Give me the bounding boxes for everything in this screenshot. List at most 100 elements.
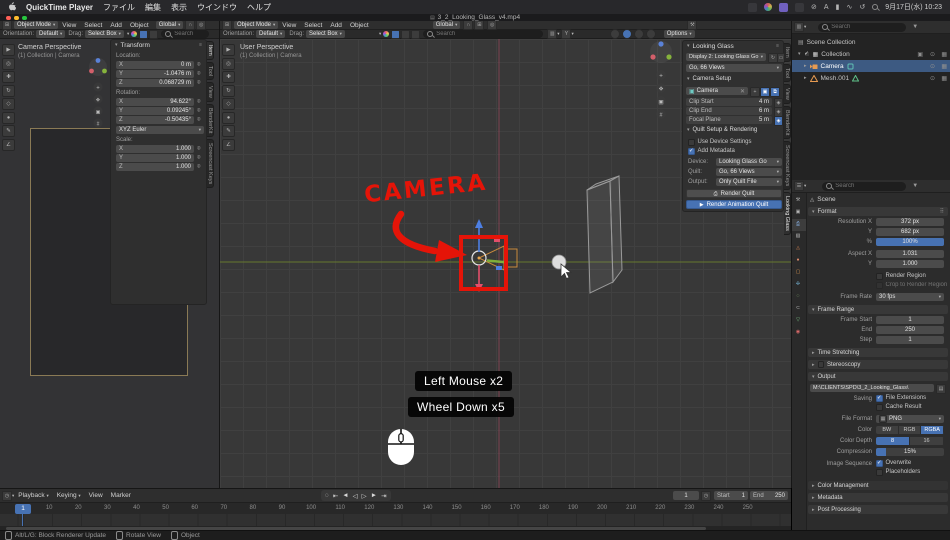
panel-menu-icon[interactable]: ≡ — [199, 42, 202, 48]
chevron-down-icon[interactable]: ▾ — [557, 31, 559, 37]
properties-search-input[interactable] — [835, 183, 903, 189]
viewport-menu-view[interactable]: View — [58, 22, 80, 29]
properties-search[interactable] — [822, 181, 907, 191]
collection-checkbox[interactable]: ✓ — [803, 51, 810, 57]
tab-tool[interactable]: Tool — [784, 63, 791, 82]
expand-icon[interactable]: ▸ — [804, 75, 807, 81]
add-metadata-checkbox[interactable]: ✓ — [688, 148, 695, 155]
placeholders-checkbox[interactable] — [876, 469, 883, 476]
file-extensions-checkbox[interactable]: ✓ — [876, 395, 883, 402]
tab-blenderkit[interactable]: BlenderKit — [784, 105, 791, 140]
crop-region-checkbox[interactable] — [876, 282, 883, 289]
proportional-edit-icon[interactable]: ◎ — [196, 21, 207, 30]
snap-target-icon[interactable]: ⊞ — [474, 21, 485, 30]
cache-result-checkbox[interactable] — [876, 404, 883, 411]
select-tool-icon[interactable]: ▶ — [2, 44, 15, 56]
material-shading-icon[interactable] — [633, 29, 644, 39]
app-swirl-icon[interactable] — [764, 3, 773, 11]
tool-orientation-dropdown[interactable]: Default ▾ — [36, 30, 66, 38]
location-z-field[interactable]: Z 0.068729 m — [116, 79, 194, 87]
camera-datablock-field[interactable]: ▣ Camera ✕ — [686, 87, 748, 95]
lock-icon[interactable]: ⌾ — [197, 117, 201, 124]
viewport-menu-select[interactable]: Select — [300, 22, 326, 29]
snap-magnet-icon[interactable]: ∩ — [463, 21, 474, 30]
viewport-user[interactable]: ⊞ Object Mode ▾ View Select Add Object Gl… — [220, 21, 792, 488]
autokey-icon[interactable]: ◌ — [323, 492, 331, 499]
lock-icon[interactable]: ⌾ — [197, 164, 201, 171]
recording-indicator-icon[interactable] — [748, 2, 758, 12]
snap-icon[interactable]: ∩ — [185, 21, 196, 30]
viewport-search[interactable] — [423, 30, 544, 38]
color-rgb-option[interactable]: RGB — [898, 426, 922, 434]
proportional-edit-icon[interactable]: ◎ — [487, 21, 498, 30]
filter-icon[interactable]: ▼ — [912, 24, 918, 30]
zoom-window-button[interactable] — [22, 15, 27, 20]
tab-constraints-icon[interactable]: ⊂ — [794, 304, 802, 312]
tab-view[interactable]: View — [784, 83, 791, 104]
device-dropdown[interactable]: Looking Glass Go ▾ — [716, 158, 782, 166]
search-input[interactable] — [436, 31, 540, 37]
render-region-checkbox[interactable] — [876, 273, 883, 280]
tab-scene-icon[interactable]: ◬ — [794, 244, 802, 252]
disable-render-icon[interactable]: ▦ — [941, 75, 947, 82]
mode-dropdown[interactable]: Object Mode ▾ — [14, 21, 59, 29]
orientation-dropdown[interactable]: Global ▾ — [155, 21, 184, 29]
rendered-shading-icon[interactable] — [645, 29, 656, 39]
drag-dropdown[interactable]: Select Box ▾ — [305, 30, 345, 38]
panel-options-icon[interactable]: ⠿ — [940, 208, 944, 215]
expand-icon[interactable]: ▾ — [798, 51, 801, 57]
tab-render-icon[interactable]: ▣ — [794, 208, 802, 216]
lock-icon[interactable]: ⌾ — [197, 71, 201, 78]
viewport-search[interactable] — [161, 30, 210, 38]
outliner-row-collection[interactable]: ▾ ✓ ▦ Collection ▣ ⊙ ▦ — [792, 48, 950, 60]
mode-dropdown[interactable]: Object Mode ▾ — [234, 21, 279, 29]
output-panel-header[interactable]: ▾ Output — [808, 372, 948, 381]
editor-type-icon[interactable]: ⊞ — [2, 21, 12, 30]
cursor-tool-icon[interactable]: ◎ — [222, 57, 235, 70]
render-animation-quilt-button[interactable]: ▶ Render Animation Quilt — [686, 200, 782, 209]
view-menu[interactable]: View — [85, 492, 107, 499]
tab-object-data-icon[interactable]: ▽ — [794, 316, 802, 324]
lock-icon[interactable]: ⌾ — [197, 108, 201, 115]
marker-menu[interactable]: Marker — [107, 492, 135, 499]
views-dropdown[interactable]: Go, 66 Views ▾ — [686, 64, 782, 72]
location-x-field[interactable]: X0 m — [116, 61, 194, 69]
time-stretching-header[interactable]: ▸ Time Stretching — [808, 348, 948, 357]
viewport-menu-view[interactable]: View — [278, 22, 300, 29]
jump-end-button[interactable]: ⇥ — [379, 492, 388, 500]
frame-rate-dropdown[interactable]: 30 fps ▾ — [876, 293, 944, 301]
editor-type-icon[interactable]: ◷ — [2, 490, 12, 501]
pin-icon[interactable]: ◈ — [774, 116, 783, 126]
collapse-icon[interactable]: ▾ — [687, 127, 690, 133]
play-button[interactable]: ▷ — [360, 492, 369, 500]
input-source-icon[interactable]: A — [824, 4, 829, 11]
tab-view-layer-icon[interactable]: ▧ — [794, 232, 802, 240]
brush-color-icon[interactable] — [131, 31, 138, 37]
aspect-y-field[interactable]: 1.000 — [876, 260, 944, 268]
collapse-icon[interactable]: ▾ — [115, 42, 118, 48]
tab-blenderkit[interactable]: BlenderKit — [207, 103, 214, 138]
tab-view[interactable]: View — [207, 81, 214, 102]
chevron-down-icon[interactable]: ▾ — [379, 31, 381, 37]
metadata-header[interactable]: ▸ Metadata — [808, 493, 948, 502]
playhead[interactable]: 1 — [15, 503, 31, 514]
frame-start-field[interactable]: 1 — [876, 316, 944, 324]
viewport-menu-select[interactable]: Select — [80, 22, 106, 29]
navigation-gizmo[interactable]: + ✥ ▣ # — [86, 57, 110, 135]
tab-physics-icon[interactable]: ◌ — [794, 292, 802, 300]
focal-plane-field[interactable]: Focal Plane 5 m — [686, 116, 772, 124]
keying-menu[interactable]: Keying ▾ — [53, 492, 85, 499]
color-rgba-option[interactable]: RGBA — [921, 426, 944, 434]
camera-toggle-b-icon[interactable]: ⧉ — [770, 87, 780, 97]
scale-x-field[interactable]: X 1.000 — [116, 145, 194, 153]
frame-step-field[interactable]: 1 — [876, 336, 944, 344]
viewport-menu-add[interactable]: Add — [106, 22, 126, 29]
menu-view[interactable]: 表示 — [171, 2, 187, 13]
do-not-disturb-icon[interactable]: ⊘ — [811, 3, 817, 11]
transform-tool-icon[interactable]: ● — [222, 111, 235, 124]
viewport-menu-add[interactable]: Add — [326, 22, 346, 29]
apple-logo-icon[interactable] — [8, 1, 17, 13]
rotation-mode-dropdown[interactable]: XYZ Euler ▾ — [116, 126, 204, 134]
outliner-row-mesh[interactable]: ▸ Mesh.001 ⊙ ▦ — [792, 72, 950, 84]
editor-type-icon[interactable]: ☰ — [794, 181, 804, 191]
